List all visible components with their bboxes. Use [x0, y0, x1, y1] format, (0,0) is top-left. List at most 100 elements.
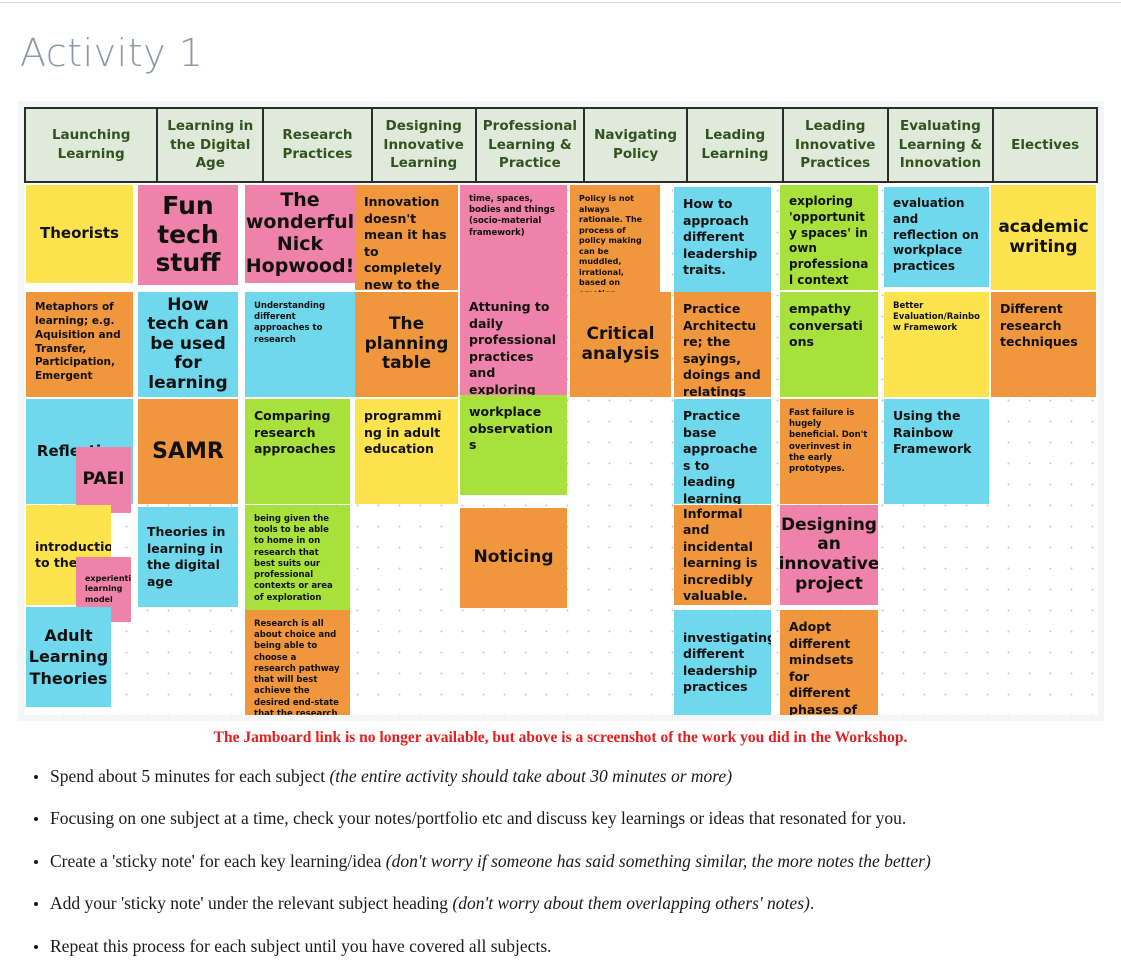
sticky-note[interactable]: Adult Learning Theories	[26, 607, 111, 707]
sticky-note[interactable]: Comparing research approaches	[245, 399, 350, 504]
sticky-note[interactable]: The planning table	[355, 292, 458, 397]
sticky-note[interactable]: Adopt different mindsets for different p…	[780, 610, 878, 715]
sticky-note[interactable]: The wonderful Nick Hopwood!	[245, 185, 355, 283]
sticky-note-text: The planning table	[364, 314, 449, 374]
sticky-note[interactable]: Policy is not always rationale. The proc…	[570, 185, 660, 295]
sticky-note-text: Attuning to daily professional practices…	[469, 299, 556, 395]
sticky-note[interactable]: SAMR	[138, 399, 238, 504]
sticky-note[interactable]: Fun tech stuff	[138, 185, 238, 285]
sticky-note[interactable]: Fast failure is hugely beneficial. Don't…	[780, 399, 878, 504]
sticky-note-text: Fast failure is hugely beneficial. Don't…	[789, 408, 868, 475]
instruction-text: Add your 'sticky note' under the relevan…	[50, 893, 453, 914]
sticky-note[interactable]: Research is all about choice and being a…	[245, 610, 350, 715]
sticky-note[interactable]: Informal and incidental learning is incr…	[674, 505, 771, 605]
column-header-2: Learning in the Digital Age	[156, 109, 263, 181]
instruction-note: (the entire activity should take about 3…	[329, 766, 733, 786]
jamboard-unavailable-notice: The Jamboard link is no longer available…	[213, 729, 908, 746]
sticky-note[interactable]: Understanding different approaches to re…	[245, 292, 355, 397]
sticky-note[interactable]: Theories in learning in the digital age	[138, 507, 238, 607]
sticky-note-text: How tech can be used for learning	[147, 294, 229, 393]
instruction-note: (don't worry if someone has said somethi…	[385, 850, 931, 871]
sticky-note-text: time, spaces, bodies and things (socio-m…	[469, 194, 555, 238]
instruction-item: Add your 'sticky note' under the relevan…	[28, 887, 1098, 919]
instruction-text: Create a 'sticky note' for each key lear…	[50, 850, 386, 871]
sticky-note-text: Understanding different approaches to re…	[254, 301, 326, 345]
sticky-note-text: Practice base approaches to leading lear…	[683, 408, 758, 504]
sticky-note[interactable]: PAEI	[76, 447, 131, 513]
sticky-note-text: Better Evaluation/Rainbow Framework	[893, 301, 980, 334]
instruction-item: Spend about 5 minutes for each subject (…	[28, 760, 1098, 792]
sticky-note-text: empathy conversations	[789, 301, 863, 349]
sticky-note-text: academic writing	[998, 216, 1089, 257]
sticky-note-text: Adult Learning Theories	[28, 626, 109, 688]
column-header-5: Professional Learning & Practice	[474, 109, 584, 181]
column-header-label: Professional Learning & Practice	[482, 118, 577, 172]
sticky-note[interactable]: Practice Architecture; the sayings, doin…	[674, 292, 771, 397]
column-header-7: Leading Learning	[685, 109, 782, 181]
jamboard-screenshot: Launching Learning Learning in the Digita…	[18, 101, 1104, 721]
column-header-label: Leading Learning	[701, 127, 769, 162]
sticky-note[interactable]: investigating different leadership pract…	[674, 610, 771, 715]
sticky-note[interactable]: Innovation doesn't mean it has to comple…	[355, 185, 458, 290]
column-header-1: Launching Learning	[24, 109, 157, 181]
sticky-note[interactable]: being given the tools to be able to home…	[245, 505, 350, 610]
column-header-label: Electives	[1011, 136, 1080, 153]
instruction-text: Spend about 5 minutes for each subject	[50, 766, 330, 786]
sticky-note[interactable]: Practice base approaches to leading lear…	[674, 399, 771, 504]
column-header-label: Evaluating Learning & Innovation	[898, 118, 983, 172]
sticky-note-text: Different research techniques	[1000, 301, 1078, 349]
sticky-note[interactable]: How tech can be used for learning	[138, 292, 238, 397]
sticky-note[interactable]: Metaphors of learning; e.g. Aquisition a…	[26, 292, 133, 397]
sticky-note[interactable]: time, spaces, bodies and things (socio-m…	[460, 185, 567, 290]
sticky-note[interactable]: empathy conversations	[780, 292, 878, 397]
subject-header-row: Launching Learning Learning in the Digita…	[24, 107, 1098, 183]
sticky-note[interactable]: How to approach different leadership tra…	[674, 187, 771, 292]
sticky-note[interactable]: Critical analysis	[570, 292, 671, 397]
sticky-note-text: Comparing research approaches	[254, 408, 336, 456]
column-header-label: Learning in the Digital Age	[167, 118, 254, 172]
sticky-note-text: PAEI	[82, 469, 125, 490]
column-header-label: Research Practices	[282, 127, 353, 162]
sticky-note-text: Designing an innovative project	[780, 514, 878, 594]
column-header-6: Navigating Policy	[583, 109, 686, 181]
sticky-note-text: Theories in learning in the digital age	[147, 524, 226, 589]
sticky-note-text: workplace observations	[469, 404, 553, 452]
column-header-3: Research Practices	[262, 109, 371, 181]
sticky-note[interactable]: academic writing	[991, 185, 1096, 290]
instruction-item: Create a 'sticky note' for each key lear…	[28, 845, 1098, 877]
instruction-tail: .	[809, 893, 815, 914]
column-header-label: Designing Innovative Learning	[383, 118, 464, 172]
sticky-note[interactable]: Theorists	[26, 185, 133, 283]
sticky-note[interactable]: workplace observations	[460, 395, 567, 495]
sticky-note-text: Practice Architecture; the sayings, doin…	[683, 301, 761, 397]
sticky-note-text: investigating different leadership pract…	[683, 629, 771, 695]
sticky-note[interactable]: Designing an innovative project	[780, 505, 878, 605]
instruction-text: Focusing on one subject at a time, check…	[50, 808, 907, 829]
column-header-10: Electives	[992, 109, 1098, 181]
instruction-item: Repeat this process for each subject unt…	[28, 930, 1098, 962]
sticky-note[interactable]: Noticing	[460, 508, 567, 608]
sticky-note-text: Innovation doesn't mean it has to comple…	[364, 194, 447, 290]
sticky-note-text: Informal and incidental learning is incr…	[683, 505, 758, 604]
sticky-note-text: Research is all about choice and being a…	[254, 619, 340, 715]
sticky-note-text: Critical analysis	[581, 323, 660, 364]
sticky-note[interactable]: Better Evaluation/Rainbow Framework	[884, 292, 989, 397]
sticky-note-text: programming in adult education	[364, 408, 442, 456]
sticky-note-text: Using the Rainbow Framework	[893, 408, 972, 456]
column-header-8: Leading Innovative Practices	[781, 109, 887, 181]
sticky-note-text: Fun tech stuff	[155, 190, 221, 278]
column-header-4: Designing Innovative Learning	[370, 109, 475, 181]
column-header-label: Launching Learning	[51, 127, 131, 162]
sticky-note-text: Theorists	[40, 224, 119, 243]
sticky-note[interactable]: Different research techniques	[991, 292, 1096, 397]
sticky-note[interactable]: exploring 'opportunity spaces' in own pr…	[780, 185, 878, 290]
sticky-note[interactable]: programming in adult education	[355, 399, 458, 504]
sticky-note-text: exploring 'opportunity spaces' in own pr…	[789, 194, 869, 288]
sticky-note[interactable]: evaluation and reflection on workplace p…	[884, 187, 989, 287]
instruction-note: (don't worry about them overlapping othe…	[452, 893, 810, 914]
sticky-note[interactable]: Attuning to daily professional practices…	[460, 290, 567, 395]
sticky-note-text: The wonderful Nick Hopwood!	[245, 189, 355, 277]
sticky-note[interactable]: Using the Rainbow Framework	[884, 399, 989, 504]
sticky-note-text: How to approach different leadership tra…	[683, 196, 758, 277]
activity-instructions: Spend about 5 minutes for each subject (…	[28, 760, 1098, 972]
